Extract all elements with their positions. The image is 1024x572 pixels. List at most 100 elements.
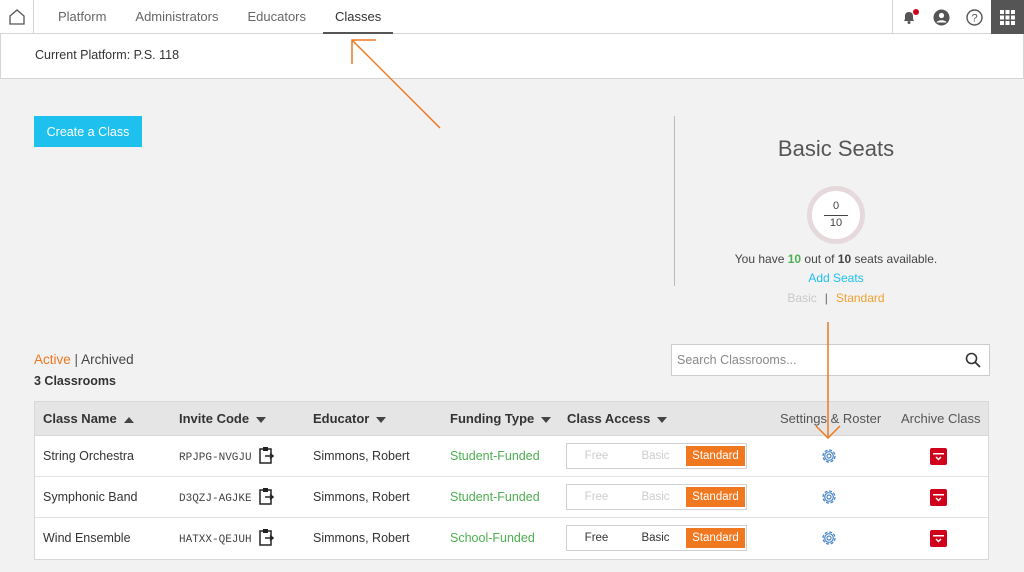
class-name[interactable]: Wind Ensemble	[43, 518, 131, 559]
sort-desc-icon	[376, 416, 387, 423]
tier-separator: |	[824, 291, 828, 305]
access-basic[interactable]: Basic	[626, 485, 685, 509]
table-row: String Orchestra RPJPG-NVGJU Simmons, Ro…	[35, 436, 988, 477]
col-class-name-label: Class Name	[43, 411, 117, 426]
col-invite-code-label: Invite Code	[179, 411, 250, 426]
filter-archived[interactable]: Archived	[81, 352, 134, 367]
educator: Simmons, Robert	[313, 449, 410, 463]
seats-title: Basic Seats	[777, 136, 895, 161]
col-funding-type[interactable]: Funding Type	[450, 402, 552, 436]
invite-code-cell: HATXX-QEJUH	[179, 518, 275, 559]
educator: Simmons, Robert	[313, 531, 410, 545]
educator: Simmons, Robert	[313, 490, 410, 504]
funding-type: Student-Funded	[450, 490, 540, 504]
col-funding-type-label: Funding Type	[450, 411, 535, 426]
seats-usage-ring: 0 10	[807, 186, 865, 244]
user-icon	[933, 9, 950, 25]
help-button[interactable]: ?	[958, 0, 991, 34]
class-name[interactable]: String Orchestra	[43, 436, 134, 477]
col-class-access-label: Class Access	[567, 411, 651, 426]
class-name[interactable]: Symphonic Band	[43, 477, 138, 518]
archive-box-icon	[933, 494, 944, 502]
nav-right-icons: ?	[892, 0, 1024, 34]
access-free[interactable]: Free	[567, 526, 626, 550]
nav-tabs: Platform Administrators Educators Classe…	[46, 0, 398, 34]
seats-availability-message: You have 10 out of 10 seats available.	[674, 252, 998, 266]
seats-total: 10	[829, 217, 843, 229]
classes-table: Class Name Invite Code Educator Funding …	[34, 401, 989, 560]
search-input[interactable]	[672, 345, 952, 375]
settings-gear-icon[interactable]	[820, 529, 838, 547]
col-settings-roster: Settings & Roster	[780, 411, 882, 426]
seats-msg-suffix: seats available.	[854, 252, 938, 266]
seat-tier-toggle: Basic | Standard	[674, 291, 998, 305]
notifications-button[interactable]	[892, 0, 925, 34]
archive-button[interactable]	[930, 530, 947, 547]
classroom-count: 3 Classrooms	[34, 374, 116, 388]
tier-standard[interactable]: Standard	[836, 291, 885, 305]
invite-code: D3QZJ-AGJKE	[179, 493, 252, 505]
sort-desc-icon	[657, 416, 668, 423]
seats-msg-prefix: You have	[734, 252, 785, 266]
settings-gear-icon[interactable]	[820, 447, 838, 465]
table-row: Wind Ensemble HATXX-QEJUH Simmons, Rober…	[35, 518, 988, 559]
seats-used: 0	[832, 200, 840, 212]
access-basic[interactable]: Basic	[626, 444, 685, 468]
access-basic[interactable]: Basic	[626, 526, 685, 550]
filter-separator: |	[74, 352, 79, 367]
seats-available-count: 10	[787, 252, 802, 266]
filter-active[interactable]: Active	[34, 352, 71, 367]
sort-asc-icon	[123, 416, 134, 423]
copy-clipboard-icon[interactable]	[259, 487, 275, 505]
class-filter: Active | Archived	[34, 352, 134, 367]
help-icon: ?	[966, 8, 983, 26]
tab-educators[interactable]: Educators	[235, 0, 318, 34]
svg-text:?: ?	[971, 12, 977, 24]
archive-button[interactable]	[930, 448, 947, 465]
access-standard[interactable]: Standard	[686, 487, 745, 507]
search-icon[interactable]	[965, 352, 981, 368]
invite-code: RPJPG-NVGJU	[179, 452, 252, 464]
settings-gear-icon[interactable]	[820, 488, 838, 506]
access-standard[interactable]: Standard	[686, 528, 745, 548]
apps-button[interactable]	[991, 0, 1024, 34]
col-educator[interactable]: Educator	[313, 402, 387, 436]
invite-code: HATXX-QEJUH	[179, 534, 252, 546]
col-educator-label: Educator	[313, 411, 370, 426]
sort-desc-icon	[541, 416, 552, 423]
class-access-toggle: Free Basic Standard	[566, 443, 747, 469]
create-class-button[interactable]: Create a Class	[34, 116, 142, 147]
col-class-name[interactable]: Class Name	[43, 402, 134, 436]
access-standard[interactable]: Standard	[686, 446, 745, 466]
funding-type: Student-Funded	[450, 449, 540, 463]
class-access-toggle: Free Basic Standard	[566, 484, 747, 510]
copy-clipboard-icon[interactable]	[259, 528, 275, 546]
invite-code-cell: RPJPG-NVGJU	[179, 436, 275, 477]
tab-platform[interactable]: Platform	[46, 0, 118, 34]
tab-classes[interactable]: Classes	[323, 0, 394, 34]
access-free[interactable]: Free	[567, 444, 626, 468]
home-button[interactable]	[0, 0, 34, 34]
tier-basic[interactable]: Basic	[787, 291, 816, 305]
seats-msg-mid: out of	[804, 252, 835, 266]
col-invite-code[interactable]: Invite Code	[179, 402, 267, 436]
archive-button[interactable]	[930, 489, 947, 506]
top-navigation: Platform Administrators Educators Classe…	[0, 0, 1024, 34]
funding-type: School-Funded	[450, 531, 535, 545]
invite-code-cell: D3QZJ-AGJKE	[179, 477, 275, 518]
access-free[interactable]: Free	[567, 485, 626, 509]
current-platform-label: Current Platform: P.S. 118	[35, 48, 180, 62]
sort-desc-icon	[256, 416, 267, 423]
class-access-toggle: Free Basic Standard	[566, 525, 747, 551]
notification-dot	[913, 9, 919, 15]
account-button[interactable]	[925, 0, 958, 34]
platform-bar: Current Platform: P.S. 118	[0, 34, 1024, 79]
table-row: Symphonic Band D3QZJ-AGJKE Simmons, Robe…	[35, 477, 988, 518]
table-header: Class Name Invite Code Educator Funding …	[35, 402, 988, 436]
add-seats-link[interactable]: Add Seats	[674, 271, 998, 285]
col-class-access[interactable]: Class Access	[567, 402, 668, 436]
home-icon	[8, 9, 25, 25]
archive-box-icon	[933, 535, 944, 543]
copy-clipboard-icon[interactable]	[259, 446, 275, 464]
tab-administrators[interactable]: Administrators	[123, 0, 230, 34]
